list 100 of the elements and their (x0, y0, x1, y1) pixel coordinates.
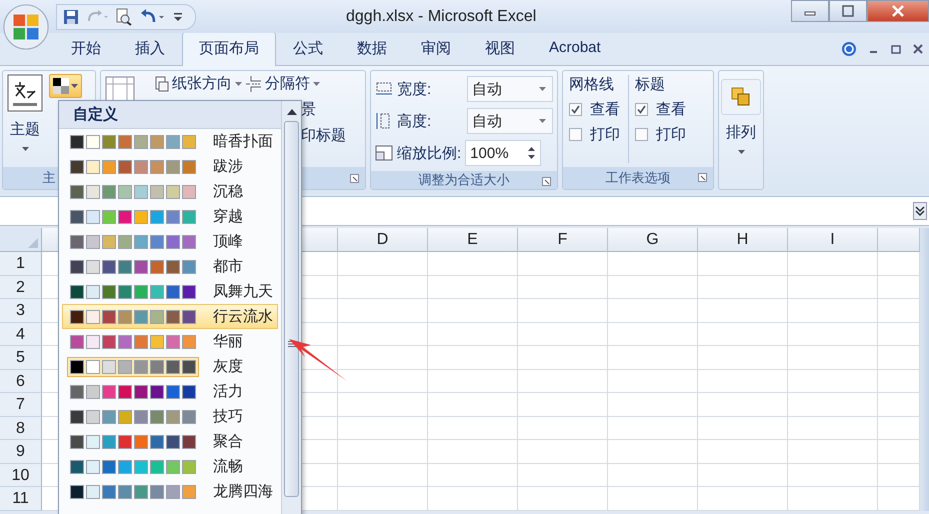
table-cell[interactable] (608, 487, 698, 510)
theme-colors-item[interactable]: 沉稳 (62, 179, 278, 204)
table-cell[interactable] (788, 440, 878, 464)
row-header[interactable]: 10 (0, 464, 42, 487)
table-cell[interactable] (338, 346, 428, 370)
theme-colors-item[interactable]: 顶峰 (62, 229, 278, 254)
table-cell[interactable] (608, 276, 698, 299)
table-cell[interactable] (428, 440, 518, 464)
theme-colors-item[interactable]: 穿越 (62, 204, 278, 229)
table-cell[interactable] (788, 252, 878, 276)
themes-button[interactable]: 主题 (7, 74, 43, 164)
vertical-scrollbar[interactable] (920, 228, 929, 510)
theme-colors-item[interactable]: 龙腾四海 (62, 479, 278, 504)
theme-colors-item[interactable]: 华丽 (62, 329, 278, 354)
table-cell[interactable] (428, 416, 518, 440)
theme-colors-item[interactable]: 凤舞九天 (62, 279, 278, 304)
theme-colors-item[interactable]: 技巧 (62, 404, 278, 429)
table-cell[interactable] (698, 299, 788, 322)
checkbox[interactable] (569, 128, 582, 141)
theme-colors-item[interactable]: 流畅 (62, 454, 278, 479)
table-cell[interactable] (338, 416, 428, 440)
table-cell[interactable] (428, 487, 518, 510)
ribbon-tab[interactable]: 插入 (118, 32, 182, 66)
dialog-launcher-icon[interactable] (350, 174, 359, 182)
table-cell[interactable] (788, 346, 878, 370)
scale-spinner[interactable]: 100% (465, 140, 542, 166)
undo-icon[interactable] (140, 8, 166, 24)
table-cell[interactable] (428, 464, 518, 487)
table-cell[interactable] (608, 346, 698, 370)
table-cell[interactable] (608, 252, 698, 276)
table-cell[interactable] (608, 464, 698, 487)
breaks-button[interactable]: 分隔符 (246, 74, 320, 93)
checkbox[interactable] (569, 103, 582, 116)
table-cell[interactable] (518, 346, 608, 370)
table-cell[interactable] (698, 370, 788, 393)
menu-scrollbar[interactable] (281, 101, 301, 514)
table-cell[interactable] (788, 276, 878, 299)
theme-colors-item[interactable]: 跋涉 (62, 154, 278, 179)
table-cell[interactable] (428, 252, 518, 276)
table-cell[interactable] (698, 322, 788, 346)
row-header[interactable]: 8 (0, 416, 42, 440)
table-cell[interactable] (788, 487, 878, 510)
column-header[interactable] (878, 228, 920, 252)
arrange-button[interactable]: 排列 (722, 75, 760, 154)
restore-icon[interactable] (891, 44, 901, 54)
row-header[interactable]: 9 (0, 440, 42, 464)
expand-icon[interactable] (913, 202, 927, 220)
table-cell[interactable] (788, 416, 878, 440)
column-header[interactable]: D (338, 228, 428, 252)
table-cell[interactable] (518, 464, 608, 487)
table-cell[interactable] (428, 370, 518, 393)
row-header[interactable]: 6 (0, 370, 42, 393)
select-all-button[interactable] (0, 228, 42, 252)
table-cell[interactable] (518, 299, 608, 322)
theme-colors-item[interactable]: 行云流水 (62, 304, 278, 329)
row-header[interactable]: 3 (0, 299, 42, 322)
table-cell[interactable] (338, 487, 428, 510)
row-header[interactable]: 11 (0, 487, 42, 510)
help-icon[interactable] (841, 41, 857, 57)
table-cell[interactable] (428, 322, 518, 346)
ribbon-tab[interactable]: 开始 (54, 32, 118, 66)
height-dropdown[interactable]: 自动 (467, 108, 553, 134)
margins-icon[interactable] (105, 76, 135, 102)
table-cell[interactable] (608, 416, 698, 440)
table-cell[interactable] (338, 322, 428, 346)
ribbon-tab[interactable]: 页面布局 (182, 32, 276, 66)
customize-icon[interactable] (173, 10, 183, 22)
width-dropdown[interactable]: 自动 (467, 76, 553, 102)
ribbon-tab[interactable]: 审阅 (404, 32, 468, 66)
ribbon-tab[interactable]: 视图 (468, 32, 532, 66)
scroll-thumb[interactable] (284, 121, 299, 497)
table-cell[interactable] (608, 299, 698, 322)
table-cell[interactable] (428, 299, 518, 322)
theme-colors-button[interactable] (49, 74, 82, 98)
dialog-launcher-icon[interactable] (542, 177, 551, 186)
table-cell[interactable] (788, 370, 878, 393)
table-cell[interactable] (788, 464, 878, 487)
table-cell[interactable] (518, 393, 608, 416)
table-cell[interactable] (608, 393, 698, 416)
table-cell[interactable] (428, 346, 518, 370)
table-cell[interactable] (698, 440, 788, 464)
theme-colors-item[interactable]: 聚合 (62, 429, 278, 454)
table-cell[interactable] (608, 370, 698, 393)
table-cell[interactable] (518, 252, 608, 276)
table-cell[interactable] (608, 440, 698, 464)
table-cell[interactable] (428, 276, 518, 299)
table-cell[interactable] (698, 276, 788, 299)
table-cell[interactable] (698, 416, 788, 440)
table-cell[interactable] (338, 393, 428, 416)
table-cell[interactable] (428, 393, 518, 416)
row-header[interactable]: 4 (0, 322, 42, 346)
ribbon-tab[interactable]: 数据 (340, 32, 404, 66)
save-icon[interactable] (63, 8, 79, 24)
ribbon-tab[interactable]: 公式 (276, 32, 340, 66)
theme-colors-item[interactable]: 都市 (62, 254, 278, 279)
maximize-button[interactable] (829, 0, 867, 22)
table-cell[interactable] (698, 393, 788, 416)
close-button[interactable] (867, 0, 929, 22)
table-cell[interactable] (338, 299, 428, 322)
row-header[interactable]: 2 (0, 276, 42, 299)
